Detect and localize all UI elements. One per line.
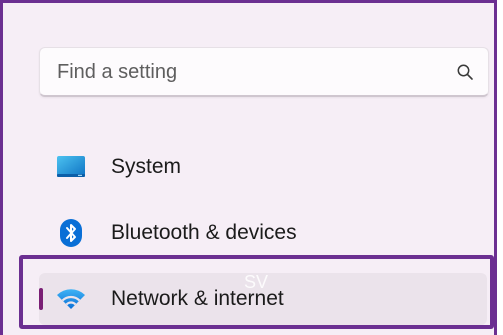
monitor-icon [55,153,87,181]
sidebar-item-network-internet[interactable]: Network & internet [39,273,487,325]
sidebar-item-bluetooth-devices[interactable]: Bluetooth & devices [39,207,487,259]
sidebar-item-label: System [111,155,182,178]
sidebar-item-label: Network & internet [111,287,284,310]
search-input[interactable] [57,48,437,96]
sidebar-item-system[interactable]: System [39,141,487,193]
selection-indicator [39,288,43,310]
search-icon[interactable] [456,63,474,81]
search-box[interactable] [39,47,489,97]
wifi-icon [55,285,87,313]
sidebar-item-label: Bluetooth & devices [111,221,297,244]
settings-sidebar: System Bluetooth & devices [0,0,497,335]
bluetooth-icon [55,219,87,247]
